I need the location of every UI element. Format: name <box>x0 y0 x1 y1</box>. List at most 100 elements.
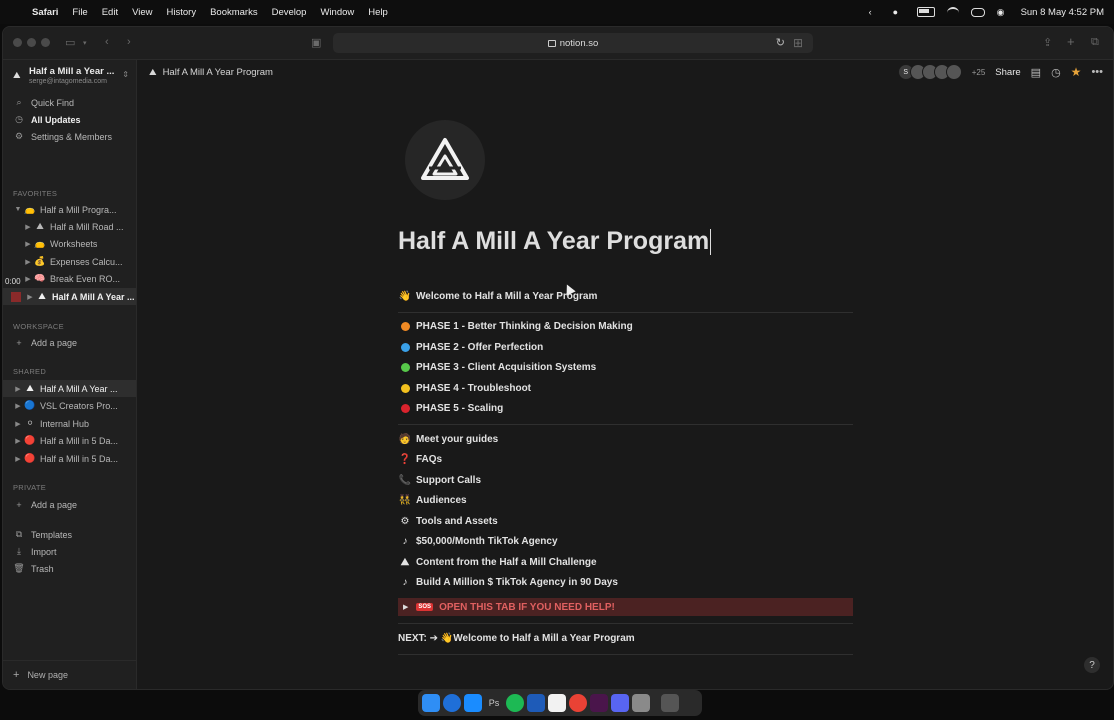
favorite-star-icon[interactable]: ★ <box>1071 65 1082 79</box>
chevron-right-icon[interactable]: ▶ <box>23 275 33 283</box>
notion-icon[interactable] <box>548 694 566 712</box>
sidebar-toggle-icon[interactable]: ▭ <box>65 36 75 49</box>
chevron-right-icon[interactable]: ▶ <box>23 258 33 266</box>
sidebar-all-updates[interactable]: ◷ All Updates <box>3 111 136 128</box>
menu-edit[interactable]: Edit <box>102 7 118 18</box>
phase-5-link[interactable]: PHASE 5 - Scaling <box>398 398 503 418</box>
favorite-item-selected[interactable]: ▶ ⛰ Half A Mill A Year ... <box>3 288 136 305</box>
chevron-right-icon[interactable]: ▶ <box>25 293 35 301</box>
favorite-item[interactable]: ▶ 💰 Expenses Calcu... <box>3 253 136 270</box>
minimize-window-button[interactable] <box>27 38 36 47</box>
workspace-switcher[interactable]: ⛰ Half a Mill a Year ... serge@intagomed… <box>11 66 131 90</box>
shared-item[interactable]: ▶ 🔵 VSL Creators Pro... <box>3 397 136 414</box>
toggle-triangle-icon[interactable]: ▶ <box>403 603 408 611</box>
screen-record-icon[interactable]: ● <box>893 7 905 17</box>
favorite-item[interactable]: ▶ 🧠 Break Even RO... <box>3 270 136 287</box>
shared-item[interactable]: ▶ 🔴 Half a Mill in 5 Da... <box>3 450 136 467</box>
chrome-icon[interactable] <box>569 694 587 712</box>
menubar-clock[interactable]: Sun 8 May 4:52 PM <box>1021 7 1104 18</box>
spotify-icon[interactable] <box>506 694 524 712</box>
shared-item-selected[interactable]: ▶ ⛰ Half A Mill A Year ... <box>3 380 136 397</box>
app-store-icon[interactable] <box>464 694 482 712</box>
extensions-grid-icon[interactable]: ⊞ <box>793 36 803 50</box>
sidebar-trash[interactable]: 🗑 Trash <box>3 560 136 577</box>
phase-2-link[interactable]: PHASE 2 - Offer Perfection <box>398 337 543 357</box>
support-calls-link[interactable]: 📞 Support Calls <box>398 470 481 490</box>
sidebar-import[interactable]: ⤓ Import <box>3 543 136 560</box>
reload-icon[interactable]: ↻ <box>776 36 785 49</box>
faqs-link[interactable]: ❓ FAQs <box>398 449 442 469</box>
photoshop-icon[interactable]: Ps <box>485 694 503 712</box>
shared-item[interactable]: ▶ ⚪ Internal Hub <box>3 415 136 432</box>
app-icon[interactable] <box>527 694 545 712</box>
chevron-down-icon[interactable]: ▾ <box>83 39 87 47</box>
safari-icon[interactable] <box>443 694 461 712</box>
tab-overview-icon[interactable]: ⧉ <box>1091 36 1099 49</box>
address-bar[interactable]: notion.so ↻ <box>333 33 813 53</box>
menu-app-safari[interactable]: Safari <box>32 7 58 18</box>
breadcrumb[interactable]: ⛰ Half A Mill A Year Program <box>149 67 273 78</box>
phase-4-link[interactable]: PHASE 4 - Troubleshoot <box>398 378 531 398</box>
siri-icon[interactable]: ◉ <box>997 7 1009 17</box>
favorite-item[interactable]: ▶ 👝 Worksheets <box>3 235 136 252</box>
wifi-icon[interactable] <box>946 6 959 18</box>
shared-item[interactable]: ▶ 🔴 Half a Mill in 5 Da... <box>3 432 136 449</box>
audiences-link[interactable]: 👯 Audiences <box>398 490 467 510</box>
chevron-right-icon[interactable]: ▶ <box>13 437 23 445</box>
privacy-report-icon[interactable]: ▣ <box>311 36 321 49</box>
slack-icon[interactable] <box>590 694 608 712</box>
phase-3-link[interactable]: PHASE 3 - Client Acquisition Systems <box>398 357 596 377</box>
chevron-right-icon[interactable]: ▶ <box>13 385 23 393</box>
chevron-left-icon[interactable]: ‹ <box>869 7 881 17</box>
share-sheet-icon[interactable]: ⇪ <box>1043 36 1052 49</box>
chevron-down-icon[interactable]: ▼ <box>13 206 23 213</box>
settings-icon[interactable] <box>632 694 650 712</box>
favorite-item[interactable]: ▶ ⛰ Half a Mill Road ... <box>3 218 136 235</box>
menu-help[interactable]: Help <box>368 7 388 18</box>
menu-file[interactable]: File <box>72 7 87 18</box>
challenge-content-link[interactable]: ⛰ Content from the Half a Mill Challenge <box>398 552 597 572</box>
next-link[interactable]: NEXT: ➔ 👋Welcome to Half a Mill a Year P… <box>398 633 635 644</box>
tiktok-agency-link[interactable]: ♪ $50,000/Month TikTok Agency <box>398 531 558 551</box>
favorite-item[interactable]: ▼ 👝 Half a Mill Progra... <box>3 201 136 218</box>
private-add-page[interactable]: + Add a page <box>3 496 136 513</box>
record-stop-icon[interactable] <box>11 291 21 302</box>
chevron-right-icon[interactable]: ▶ <box>13 455 23 463</box>
new-page-button[interactable]: + New page <box>3 660 136 689</box>
help-toggle-block[interactable]: ▶ SOS OPEN THIS TAB IF YOU NEED HELP! <box>398 598 853 616</box>
help-button[interactable]: ? <box>1084 657 1100 673</box>
tools-assets-link[interactable]: ⚙ Tools and Assets <box>398 511 498 531</box>
close-window-button[interactable] <box>13 38 22 47</box>
menu-view[interactable]: View <box>132 7 152 18</box>
battery-icon[interactable] <box>916 7 935 17</box>
page-icon[interactable] <box>405 120 485 200</box>
menu-develop[interactable]: Develop <box>272 7 307 18</box>
new-tab-icon[interactable]: + <box>1067 34 1075 49</box>
history-icon[interactable]: ◷ <box>1051 66 1061 79</box>
chevron-right-icon[interactable]: ▶ <box>23 223 33 231</box>
workspace-add-page[interactable]: + Add a page <box>3 334 136 351</box>
share-button[interactable]: Share <box>995 67 1020 78</box>
sidebar-templates[interactable]: ⧉ Templates <box>3 526 136 543</box>
menu-window[interactable]: Window <box>320 7 354 18</box>
discord-icon[interactable] <box>611 694 629 712</box>
page-title[interactable]: Half A Mill A Year Program <box>398 227 712 256</box>
trash-icon[interactable] <box>661 694 679 712</box>
phase-1-link[interactable]: PHASE 1 - Better Thinking & Decision Mak… <box>398 316 633 336</box>
comment-icon[interactable]: ▤ <box>1031 66 1041 79</box>
sidebar-quick-find[interactable]: ⌕ Quick Find <box>3 94 136 111</box>
chevron-right-icon[interactable]: ▶ <box>13 402 23 410</box>
million-agency-link[interactable]: ♪ Build A Million $ TikTok Agency in 90 … <box>398 572 618 592</box>
zoom-window-button[interactable] <box>41 38 50 47</box>
collaborator-avatars[interactable]: S <box>897 64 962 80</box>
more-options-icon[interactable]: ••• <box>1091 66 1103 78</box>
sidebar-settings[interactable]: ⚙ Settings & Members <box>3 128 136 145</box>
chevron-right-icon[interactable]: ▶ <box>23 240 33 248</box>
menu-bookmarks[interactable]: Bookmarks <box>210 7 258 18</box>
control-center-icon[interactable] <box>970 7 985 17</box>
chevron-right-icon[interactable]: ▶ <box>13 420 23 428</box>
back-icon[interactable]: ‹ <box>105 36 109 48</box>
menu-history[interactable]: History <box>167 7 197 18</box>
guides-link[interactable]: 🧑 Meet your guides <box>398 429 498 449</box>
finder-icon[interactable] <box>422 694 440 712</box>
